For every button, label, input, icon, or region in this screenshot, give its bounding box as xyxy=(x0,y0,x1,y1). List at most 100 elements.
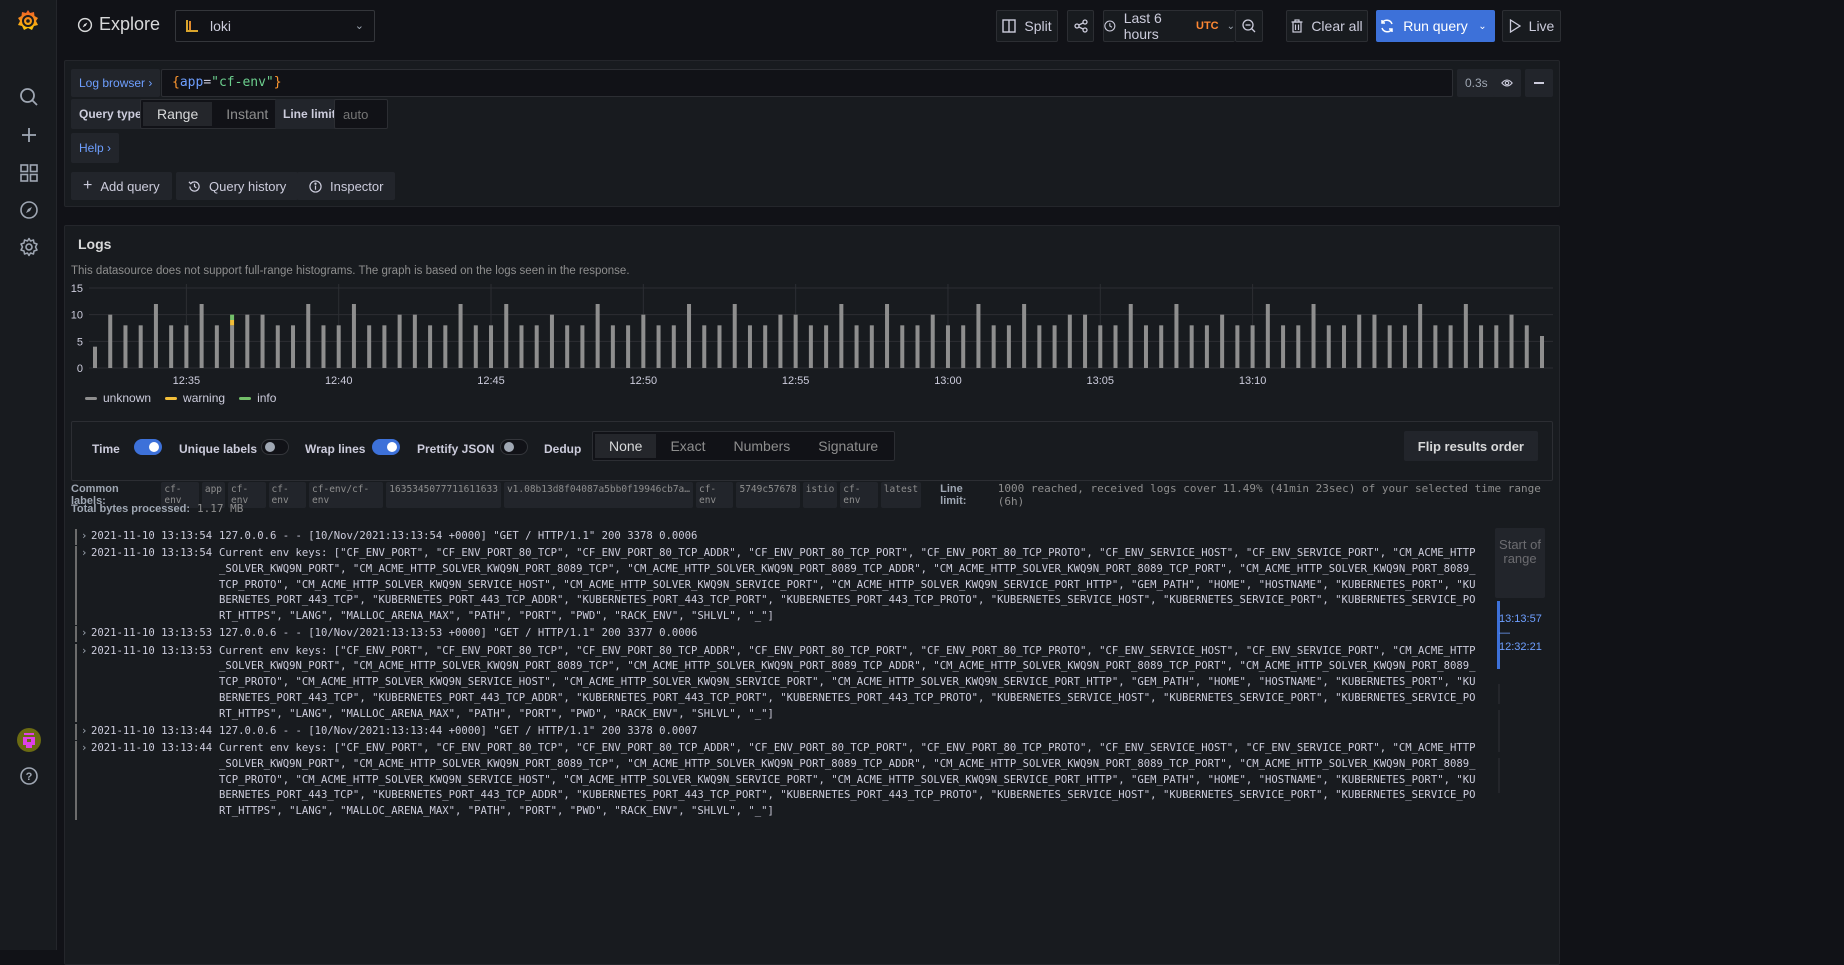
histogram-bar-unknown[interactable] xyxy=(687,304,692,368)
help-icon[interactable]: ? xyxy=(16,763,42,789)
dedup-exact[interactable]: Exact xyxy=(656,434,719,458)
histogram-bar-unknown[interactable] xyxy=(184,325,189,368)
time-range-picker[interactable]: Last 6 hours UTC ⌄ xyxy=(1103,10,1235,42)
line-limit-input[interactable] xyxy=(334,99,388,129)
run-query-button[interactable]: Run query xyxy=(1376,10,1471,42)
histogram-bar-unknown[interactable] xyxy=(656,325,661,368)
histogram-bar-unknown[interactable] xyxy=(626,325,631,368)
split-button[interactable]: Split xyxy=(996,10,1058,42)
expand-chevron-icon[interactable]: › xyxy=(81,741,91,820)
run-query-options-button[interactable]: ⌄ xyxy=(1470,10,1495,42)
histogram-bar-unknown[interactable] xyxy=(321,325,326,368)
histogram-bar-unknown[interactable] xyxy=(1448,325,1453,368)
histogram-bar-unknown[interactable] xyxy=(93,346,97,368)
histogram-bar-unknown[interactable] xyxy=(945,325,950,368)
histogram-bar-unknown[interactable] xyxy=(763,325,768,368)
histogram-bar-unknown[interactable] xyxy=(580,325,585,368)
expand-chevron-icon[interactable]: › xyxy=(81,546,91,625)
histogram-bar-unknown[interactable] xyxy=(976,304,981,368)
query-type-instant[interactable]: Instant xyxy=(212,102,282,126)
histogram-bar-unknown[interactable] xyxy=(199,304,204,368)
histogram-bar-unknown[interactable] xyxy=(854,325,859,368)
histogram-bar-unknown[interactable] xyxy=(595,304,600,368)
range-indicator-ghost[interactable] xyxy=(1498,710,1500,752)
histogram-bar-unknown[interactable] xyxy=(930,314,935,368)
help-button[interactable]: Help › xyxy=(71,133,120,163)
histogram-bar-unknown[interactable] xyxy=(306,304,311,368)
histogram-bar-unknown[interactable] xyxy=(351,304,356,368)
histogram-bar-unknown[interactable] xyxy=(230,325,235,368)
histogram-bar-unknown[interactable] xyxy=(1083,314,1088,368)
histogram-bar-unknown[interactable] xyxy=(153,304,158,368)
histogram-bar-unknown[interactable] xyxy=(1235,325,1240,368)
expand-chevron-icon[interactable]: › xyxy=(81,529,91,545)
query-input[interactable]: {app="cf-env"} xyxy=(161,69,1453,97)
avatar[interactable] xyxy=(16,727,42,753)
histogram-bar-unknown[interactable] xyxy=(717,325,722,368)
histogram-bar-unknown[interactable] xyxy=(1159,325,1164,368)
hide-query-button[interactable] xyxy=(1493,69,1521,97)
histogram-bar-unknown[interactable] xyxy=(1098,325,1103,368)
histogram-bar-unknown[interactable] xyxy=(245,314,250,368)
histogram-bar-unknown[interactable] xyxy=(1463,304,1468,368)
histogram-bar-unknown[interactable] xyxy=(824,325,829,368)
range-indicator-ghost[interactable] xyxy=(1498,684,1500,704)
query-history-button[interactable]: Query history xyxy=(176,172,299,200)
histogram-bar-unknown[interactable] xyxy=(108,314,113,368)
remove-query-button[interactable] xyxy=(1525,69,1553,97)
query-type-range[interactable]: Range xyxy=(143,102,213,126)
histogram-bar-unknown[interactable] xyxy=(1296,325,1301,368)
search-icon[interactable] xyxy=(16,84,42,110)
histogram-bar-unknown[interactable] xyxy=(1341,325,1346,368)
expand-chevron-icon[interactable]: › xyxy=(81,626,91,642)
histogram-bar-unknown[interactable] xyxy=(458,304,463,368)
histogram-bar-unknown[interactable] xyxy=(1113,325,1118,368)
dedup-numbers[interactable]: Numbers xyxy=(719,434,804,458)
histogram-bar-unknown[interactable] xyxy=(123,325,128,368)
histogram-bar-unknown[interactable] xyxy=(1022,304,1027,368)
histogram-bar-unknown[interactable] xyxy=(1326,325,1331,368)
log-row[interactable]: › 2021-11-10 13:13:54 Current env keys: ["… xyxy=(75,546,1480,625)
datasource-picker[interactable]: loki ⌄ xyxy=(175,10,375,42)
histogram-bar-unknown[interactable] xyxy=(1281,325,1286,368)
time-toggle[interactable] xyxy=(134,439,162,455)
histogram-bar-unknown[interactable] xyxy=(397,314,402,368)
histogram-bar-unknown[interactable] xyxy=(1143,325,1148,368)
histogram-bar-unknown[interactable] xyxy=(808,325,813,368)
histogram-bar-unknown[interactable] xyxy=(1433,325,1438,368)
add-query-button[interactable]: + Add query xyxy=(71,172,172,200)
histogram-bar-unknown[interactable] xyxy=(1128,304,1133,368)
histogram-bar-unknown[interactable] xyxy=(489,325,494,368)
histogram-bar-unknown[interactable] xyxy=(443,325,448,368)
histogram-bar-unknown[interactable] xyxy=(1037,325,1042,368)
histogram-bar-unknown[interactable] xyxy=(169,325,174,368)
histogram-bar-unknown[interactable] xyxy=(702,325,707,368)
histogram-bar-unknown[interactable] xyxy=(519,325,524,368)
histogram-bar-unknown[interactable] xyxy=(747,325,752,368)
histogram-bar-unknown[interactable] xyxy=(1220,314,1225,368)
log-browser-button[interactable]: Log browser › xyxy=(71,69,161,97)
histogram-bar-unknown[interactable] xyxy=(138,325,143,368)
histogram-bar-unknown[interactable] xyxy=(336,325,341,368)
histogram-bar-unknown[interactable] xyxy=(1357,314,1362,368)
histogram-bar-info[interactable] xyxy=(230,314,235,320)
log-row[interactable]: › 2021-11-10 13:13:53 Current env keys: ["… xyxy=(75,643,1480,723)
histogram-bar-unknown[interactable] xyxy=(367,325,372,368)
gear-icon[interactable] xyxy=(16,234,42,260)
histogram-bar-unknown[interactable] xyxy=(275,325,280,368)
histogram-bar-unknown[interactable] xyxy=(961,325,966,368)
histogram-bar-unknown[interactable] xyxy=(412,314,417,368)
histogram-bar-unknown[interactable] xyxy=(1418,304,1423,368)
inspector-button[interactable]: Inspector xyxy=(297,172,396,200)
prettify-json-toggle[interactable] xyxy=(500,439,528,455)
range-indicator-ghost[interactable] xyxy=(1498,758,1500,793)
dedup-none[interactable]: None xyxy=(595,434,657,458)
legend-item-warning[interactable]: warning xyxy=(165,391,225,405)
histogram-bar-warning[interactable] xyxy=(230,320,235,326)
log-row[interactable]: › 2021-11-10 13:13:44 Current env keys: ["… xyxy=(75,741,1480,820)
histogram-bar-unknown[interactable] xyxy=(793,314,798,368)
histogram-bar-unknown[interactable] xyxy=(1494,325,1499,368)
histogram-bar-unknown[interactable] xyxy=(641,314,646,368)
histogram-bar-unknown[interactable] xyxy=(1006,325,1011,368)
wrap-lines-toggle[interactable] xyxy=(372,439,400,455)
